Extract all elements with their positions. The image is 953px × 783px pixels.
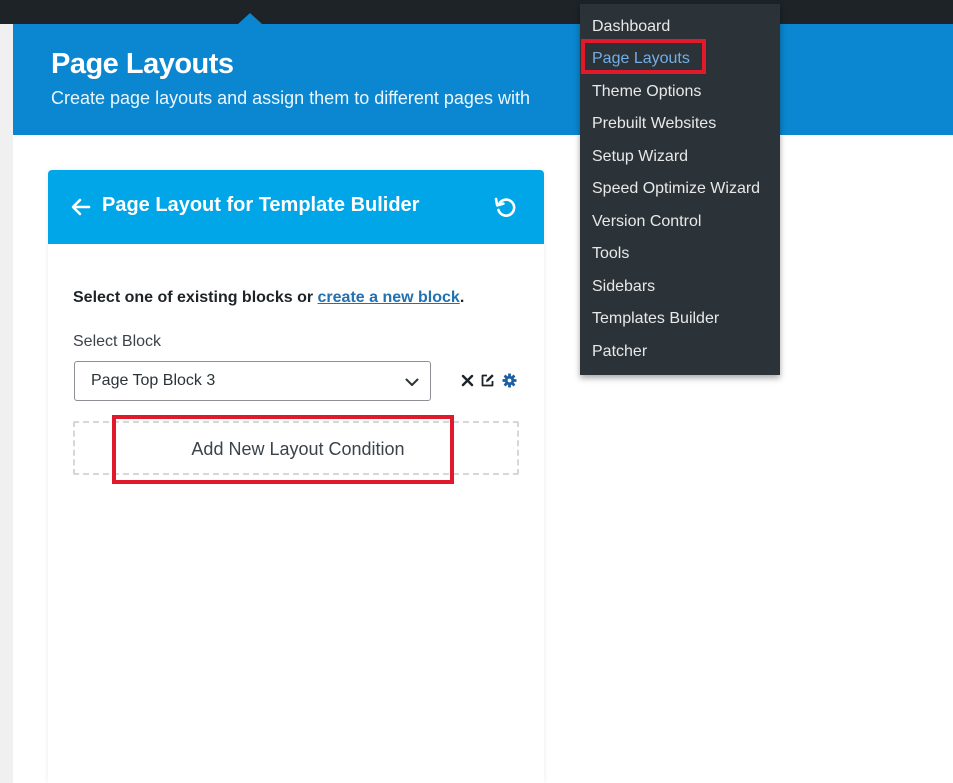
close-icon[interactable] (460, 373, 475, 388)
create-block-link[interactable]: create a new block (318, 289, 460, 306)
page-subtitle: Create page layouts and assign them to d… (51, 88, 530, 108)
menu-item-templates-builder[interactable]: Templates Builder (592, 310, 719, 328)
menu-item-page-layouts[interactable]: Page Layouts (592, 50, 690, 68)
intro-suffix: . (459, 289, 465, 306)
card-title: Page Layout for Template Bulider (102, 194, 420, 216)
theme-submenu: Dashboard Page Layouts Theme Options Pre… (580, 4, 780, 375)
page-title: Page Layouts (51, 48, 234, 80)
admin-top-bar (0, 0, 953, 24)
intro-prefix: Select one of existing blocks or (73, 289, 318, 306)
menu-item-patcher[interactable]: Patcher (592, 343, 647, 361)
intro-text: Select one of existing blocks or create … (73, 289, 464, 307)
menu-item-theme-options[interactable]: Theme Options (592, 83, 701, 101)
menu-item-setup-wizard[interactable]: Setup Wizard (592, 148, 688, 166)
menu-item-version-control[interactable]: Version Control (592, 213, 701, 231)
select-block-dropdown[interactable]: Page Top Block 3 (74, 361, 431, 401)
chevron-down-icon (405, 378, 419, 386)
undo-icon[interactable] (493, 195, 517, 219)
menu-item-prebuilt-websites[interactable]: Prebuilt Websites (592, 115, 716, 133)
layout-card: Page Layout for Template Bulider Select … (48, 170, 544, 783)
menu-item-sidebars[interactable]: Sidebars (592, 278, 655, 296)
select-block-value: Page Top Block 3 (91, 372, 216, 389)
gear-icon[interactable] (502, 373, 517, 388)
menu-item-dashboard[interactable]: Dashboard (592, 18, 670, 36)
menu-item-tools[interactable]: Tools (592, 245, 629, 263)
menu-pointer-notch (238, 13, 262, 24)
select-block-label: Select Block (73, 333, 162, 350)
card-header: Page Layout for Template Bulider (48, 170, 544, 244)
add-layout-condition-area: Add New Layout Condition (73, 421, 519, 475)
add-layout-condition-button[interactable]: Add New Layout Condition (75, 439, 521, 460)
left-gutter (0, 24, 13, 783)
menu-item-speed-optimize-wizard[interactable]: Speed Optimize Wizard (592, 180, 760, 198)
edit-icon[interactable] (480, 373, 495, 388)
arrow-left-icon[interactable] (70, 196, 92, 218)
